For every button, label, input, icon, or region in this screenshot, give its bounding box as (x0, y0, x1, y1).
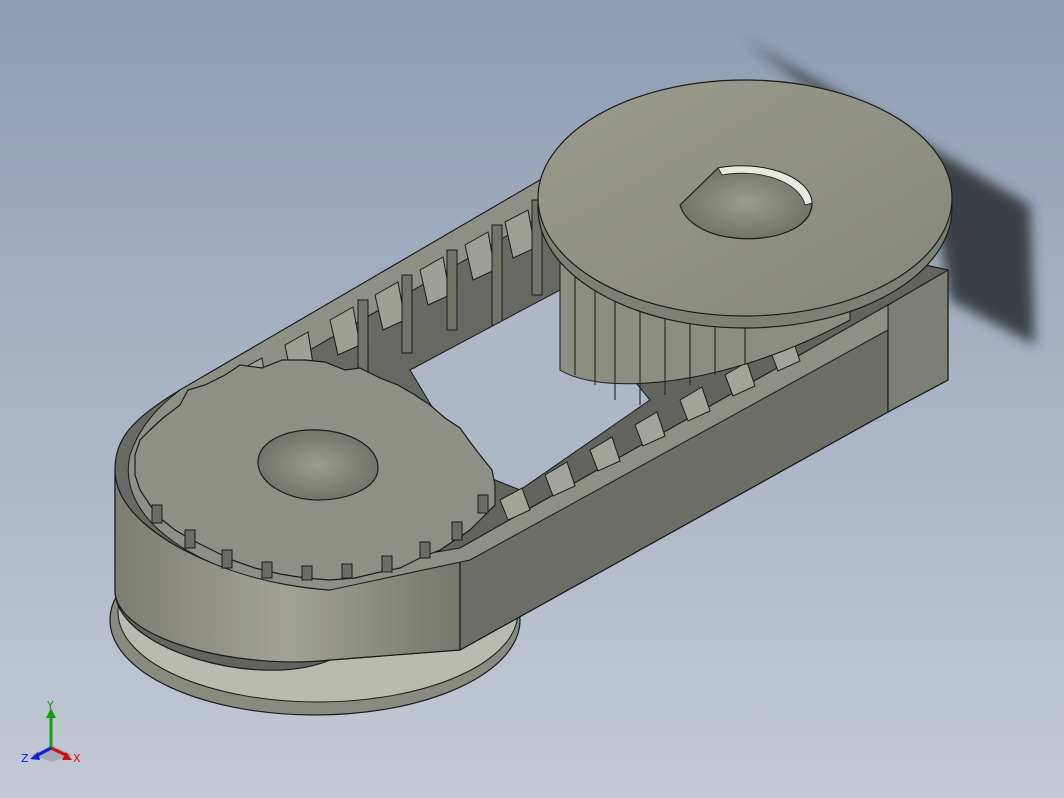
timing-belt-pulley-assembly-model[interactable] (0, 0, 1064, 798)
x-axis-label: X (73, 752, 81, 765)
z-axis-label: Z (21, 752, 29, 765)
3d-viewport[interactable]: Y X Z (0, 0, 1064, 798)
y-axis-label: Y (46, 700, 54, 712)
view-orientation-triad[interactable]: Y X Z (18, 700, 88, 775)
